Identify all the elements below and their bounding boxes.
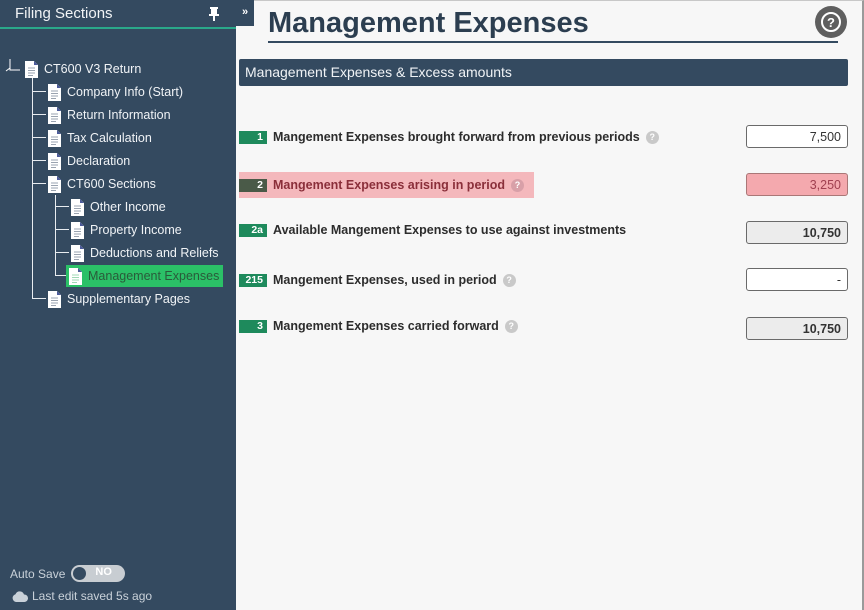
tree-item-return-information[interactable]: Return Information: [48, 104, 171, 126]
document-icon: [25, 60, 38, 78]
document-icon: [48, 106, 61, 124]
sidebar-header: Filing Sections: [0, 0, 236, 29]
document-icon: [71, 221, 84, 239]
auto-save-toggle[interactable]: NO: [71, 565, 126, 582]
info-icon[interactable]: ?: [511, 178, 525, 192]
title-underline: [268, 41, 838, 43]
brought-forward-input[interactable]: [746, 125, 848, 148]
tree-item-label: Company Info (Start): [67, 85, 184, 99]
tree-item-deductions-and-reliefs[interactable]: Deductions and Reliefs: [71, 242, 219, 264]
used-in-period-input[interactable]: [746, 268, 848, 291]
tree-item-ct600-v3-return[interactable]: CT600 V3 Return: [25, 58, 141, 80]
page-title: Management Expenses: [268, 7, 589, 39]
document-icon: [48, 290, 61, 308]
cloud-icon: [12, 590, 28, 602]
section-header: Management Expenses & Excess amounts: [239, 59, 848, 86]
tree-item-label: Other Income: [90, 200, 166, 214]
tree-item-label: Deductions and Reliefs: [90, 246, 219, 260]
box-number: 2: [239, 178, 267, 192]
question-icon: ?: [821, 12, 841, 32]
filing-sections-sidebar: Filing Sections CT600 V3 Return Company …: [0, 0, 236, 610]
help-button[interactable]: ?: [815, 6, 847, 38]
sidebar-title: Filing Sections: [15, 5, 113, 22]
document-icon: [71, 244, 84, 262]
expand-sidebar-button[interactable]: »: [236, 0, 254, 26]
info-icon[interactable]: ?: [645, 130, 659, 144]
field-label: Mangement Expenses, used in period: [273, 273, 497, 287]
tree-item-label: CT600 Sections: [67, 177, 156, 191]
main-content: Management Expenses ? Management Expense…: [236, 0, 864, 610]
tree-item-management-expenses[interactable]: Management Expenses: [66, 265, 224, 287]
last-saved-status: Last edit saved 5s ago: [12, 589, 152, 603]
available-expenses-value: [746, 221, 848, 244]
box-number: 3: [239, 319, 267, 333]
box-number: 215: [239, 273, 267, 287]
form-row-box-2: 2 Mangement Expenses arising in period ?: [239, 172, 848, 198]
tree-item-company-info[interactable]: Company Info (Start): [48, 81, 183, 103]
document-icon: [48, 83, 61, 101]
form-row-box-215: 215 Mangement Expenses, used in period ?: [239, 268, 848, 292]
arising-in-period-input[interactable]: [746, 173, 848, 196]
tree-item-other-income[interactable]: Other Income: [71, 196, 166, 218]
tree-item-supplementary-pages[interactable]: Supplementary Pages: [48, 288, 190, 310]
form-row-box-3: 3 Mangement Expenses carried forward ?: [239, 317, 848, 341]
carried-forward-value: [746, 317, 848, 340]
tree-item-label: Management Expenses: [88, 269, 220, 283]
box-number: 1: [239, 130, 267, 144]
info-icon[interactable]: ?: [504, 319, 518, 333]
tree-item-label: Declaration: [67, 154, 131, 168]
auto-save-label: Auto Save: [10, 566, 66, 581]
auto-save: Auto Save NO: [10, 565, 126, 582]
tree-item-label: Supplementary Pages: [67, 292, 190, 306]
tree-item-label: CT600 V3 Return: [44, 62, 142, 76]
tree-item-property-income[interactable]: Property Income: [71, 219, 182, 241]
tree-item-label: Return Information: [67, 108, 171, 122]
toggle-knob: [73, 567, 87, 580]
document-icon: [48, 152, 61, 170]
info-icon[interactable]: ?: [502, 273, 516, 287]
field-label: Mangement Expenses arising in period: [273, 178, 506, 192]
form-row-box-1: 1 Mangement Expenses brought forward fro…: [239, 125, 848, 149]
document-icon: [48, 175, 61, 193]
box-number: 2a: [239, 223, 267, 237]
last-saved-text: Last edit saved 5s ago: [32, 589, 153, 603]
tree-item-label: Property Income: [90, 223, 182, 237]
tree-item-label: Tax Calculation: [67, 131, 152, 145]
tree-item-ct600-sections[interactable]: CT600 Sections: [48, 173, 156, 195]
document-icon: [69, 267, 82, 285]
document-icon: [48, 129, 61, 147]
field-label: Available Mangement Expenses to use agai…: [273, 223, 627, 237]
toggle-state: NO: [95, 566, 112, 578]
tree-item-tax-calculation[interactable]: Tax Calculation: [48, 127, 152, 149]
pin-icon[interactable]: [207, 6, 221, 22]
field-label: Mangement Expenses brought forward from …: [273, 130, 640, 144]
form-row-box-2a: 2a Available Mangement Expenses to use a…: [239, 221, 848, 245]
field-label: Mangement Expenses carried forward: [273, 319, 499, 333]
tree-item-declaration[interactable]: Declaration: [48, 150, 130, 172]
tree-collapse-icon[interactable]: [4, 58, 21, 74]
document-icon: [71, 198, 84, 216]
